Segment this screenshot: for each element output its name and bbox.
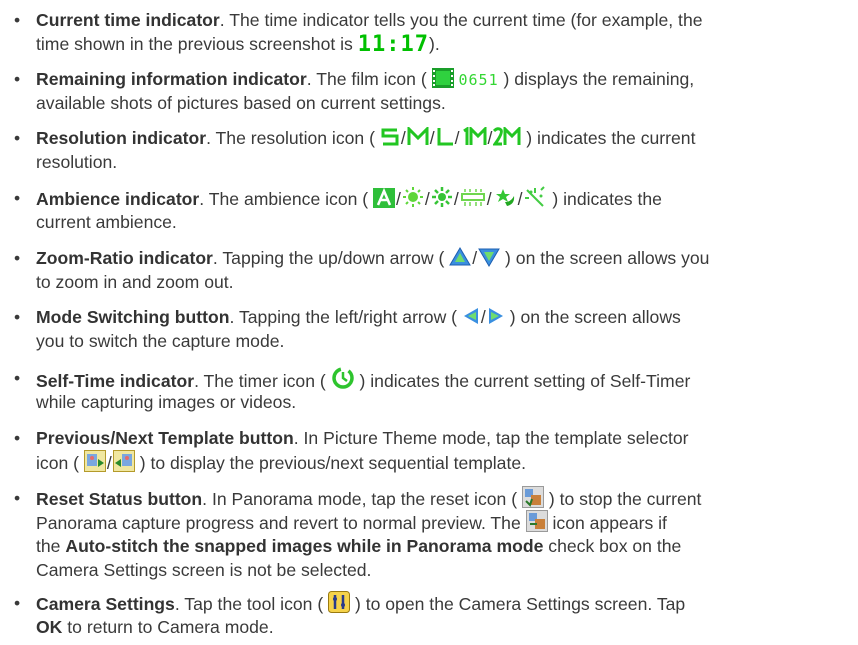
item-title: Reset Status button <box>36 489 203 509</box>
item-title: Mode Switching button <box>36 307 230 327</box>
item-title: Ambience indicator <box>36 189 200 209</box>
resolution-l-icon <box>436 127 454 153</box>
ambience-sunny-icon <box>402 186 424 214</box>
tool-settings-icon <box>328 591 351 619</box>
item-title: Self-Time indicator <box>36 371 195 391</box>
film-icon <box>431 68 454 94</box>
ambience-auto-icon <box>373 187 396 214</box>
ambience-sparkle-icon <box>523 186 547 214</box>
self-timer-icon <box>331 366 355 396</box>
resolution-s-icon <box>380 127 400 153</box>
ok-label: OK <box>36 617 63 637</box>
resolution-m-icon <box>407 125 429 153</box>
item-title: Zoom-Ratio indicator <box>36 248 213 268</box>
item-title: Camera Settings <box>36 594 175 614</box>
current-time-value: 11:17 <box>357 32 429 57</box>
ambience-bright-icon <box>431 186 453 214</box>
template-previous-icon <box>83 450 106 478</box>
resolution-2m-icon <box>492 125 521 153</box>
resolution-1m-icon <box>461 125 487 153</box>
item-title: Remaining information indicator <box>36 69 307 89</box>
auto-stitch-option-label: Auto-stitch the snapped images while in … <box>65 536 544 556</box>
ambience-fluorescent-icon <box>460 188 486 214</box>
zoom-down-arrow-icon <box>478 247 501 273</box>
panorama-stitch-icon <box>525 510 548 538</box>
item-title: Previous/Next Template button <box>36 428 294 448</box>
item-title: Current time indicator <box>36 10 220 30</box>
bullet: • <box>14 10 21 30</box>
template-next-icon <box>112 450 135 478</box>
ambience-night-icon <box>493 186 517 214</box>
zoom-up-arrow-icon <box>449 247 472 273</box>
left-arrow-icon <box>462 306 480 332</box>
right-arrow-icon <box>487 306 505 332</box>
item-title: Resolution indicator <box>36 128 207 148</box>
remaining-shots-counter: 0651 <box>458 71 499 89</box>
